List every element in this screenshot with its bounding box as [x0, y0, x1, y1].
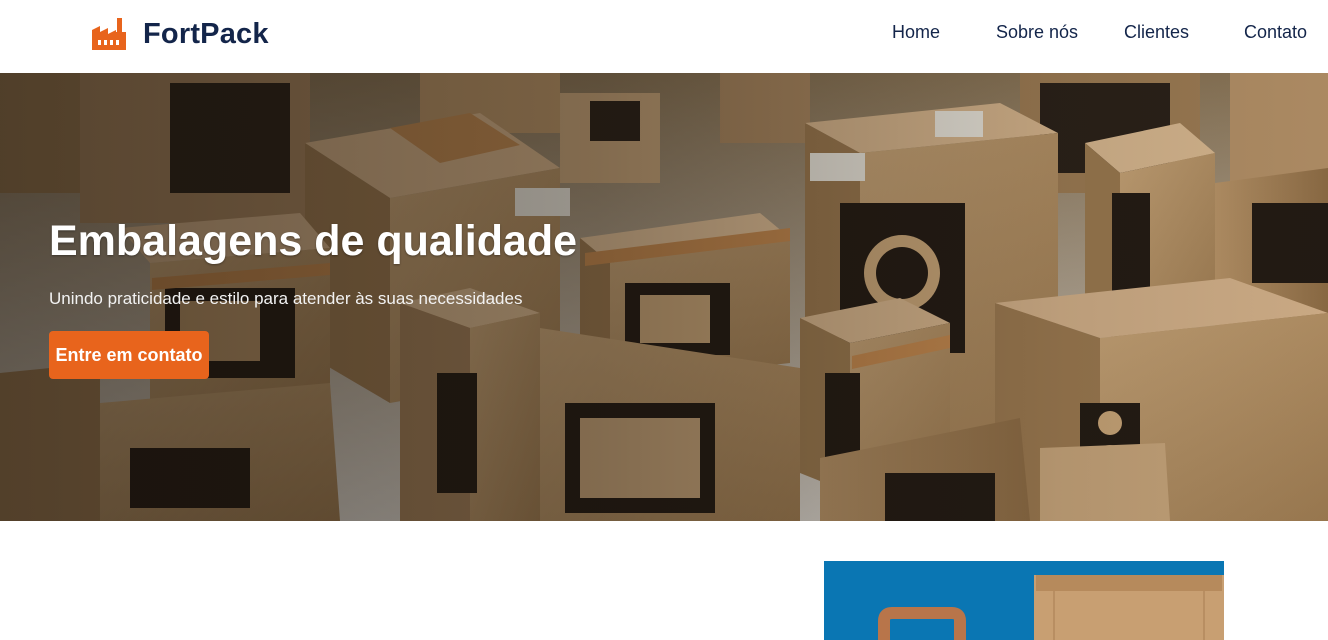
nav-link-sobre-nos[interactable]: Sobre nós: [996, 22, 1078, 43]
factory-icon: [92, 18, 126, 50]
nav-link-home[interactable]: Home: [892, 22, 940, 43]
contact-button[interactable]: Entre em contato: [49, 331, 209, 379]
hero-subtitle: Unindo praticidade e estilo para atender…: [49, 289, 523, 308]
nav-link-clientes[interactable]: Clientes: [1124, 22, 1189, 43]
site-header: FortPack Home Sobre nós Clientes Contato: [0, 0, 1328, 73]
nav-link-contato[interactable]: Contato: [1244, 22, 1307, 43]
hero-section: Embalagens de qualidade Unindo praticida…: [0, 73, 1328, 521]
hero-title: Embalagens de qualidade: [49, 217, 578, 265]
brand-name: FortPack: [143, 17, 269, 50]
paper-bag-image: [824, 561, 1224, 640]
brand-logo[interactable]: FortPack: [91, 14, 269, 54]
